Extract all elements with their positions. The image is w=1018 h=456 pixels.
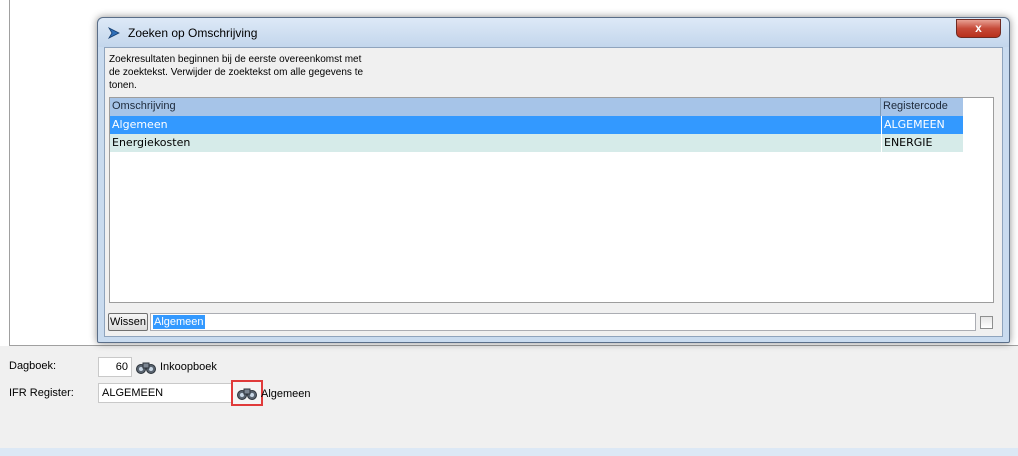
ifr-register-lookup-button[interactable] [231, 380, 263, 406]
dialog-arrow-icon [107, 27, 120, 39]
dagboek-lookup-button[interactable] [134, 357, 158, 377]
dagboek-field[interactable]: 60 [98, 357, 132, 377]
close-icon: x [975, 21, 982, 35]
dagboek-value: 60 [115, 361, 128, 373]
cell-omschrijving: Energiekosten [112, 136, 191, 149]
search-input[interactable]: Algemeen [150, 313, 976, 331]
cell-registercode: ENERGIE [884, 136, 933, 149]
binoculars-icon [136, 362, 156, 374]
ifr-register-field[interactable]: ALGEMEEN [98, 383, 232, 403]
dialog-content: Zoekresultaten beginnen bij de eerste ov… [104, 47, 1003, 337]
table-row[interactable]: Energiekosten ENERGIE [110, 134, 963, 152]
panel-border-left [9, 0, 10, 346]
status-strip [0, 448, 1018, 456]
search-input-value: Algemeen [153, 315, 205, 329]
column-header-omschrijving[interactable]: Omschrijving [110, 98, 881, 116]
dialog-titlebar[interactable]: Zoeken op Omschrijving x [98, 18, 1009, 47]
option-checkbox[interactable] [980, 316, 993, 329]
ifr-register-value: ALGEMEEN [102, 387, 164, 399]
dialog-title: Zoeken op Omschrijving [128, 26, 258, 40]
column-separator [881, 116, 882, 152]
binoculars-icon [237, 388, 257, 400]
grid-header: Omschrijving Registercode [110, 98, 963, 116]
ifr-register-label: IFR Register: [9, 387, 74, 399]
dagboek-label: Dagboek: [9, 360, 57, 372]
wissen-button[interactable]: Wissen [108, 313, 148, 331]
cell-omschrijving: Algemeen [112, 118, 168, 131]
close-button[interactable]: x [956, 19, 1001, 38]
ifr-register-name: Algemeen [261, 388, 311, 400]
dagboek-name: Inkoopboek [160, 361, 217, 373]
cell-registercode: ALGEMEEN [884, 118, 945, 131]
table-row[interactable]: Algemeen ALGEMEEN [110, 116, 963, 134]
results-grid[interactable]: Omschrijving Registercode Algemeen ALGEM… [109, 97, 994, 303]
column-header-registercode[interactable]: Registercode [881, 98, 963, 116]
search-dialog: Zoeken op Omschrijving x Zoekresultaten … [97, 17, 1010, 343]
panel-border-bottom [9, 345, 1018, 346]
info-text: Zoekresultaten beginnen bij de eerste ov… [109, 54, 364, 91]
